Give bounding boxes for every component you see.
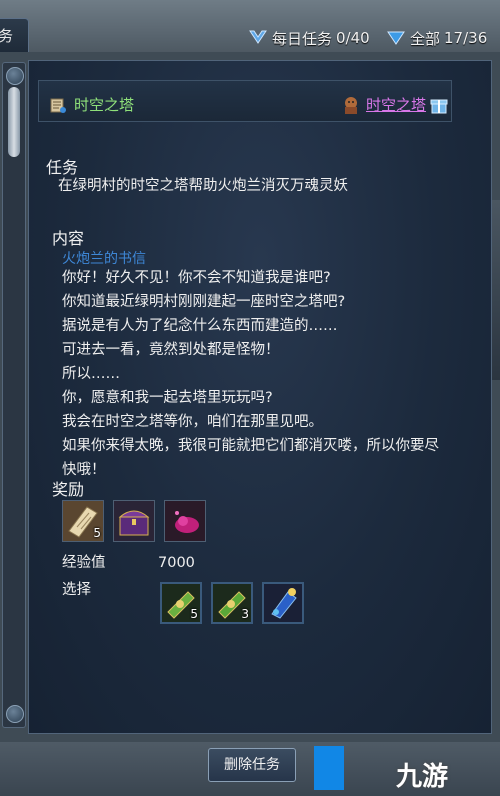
reward-slot[interactable]: 5 (62, 500, 104, 542)
chevron-down-icon (249, 30, 267, 44)
choice-slot[interactable] (262, 582, 304, 624)
total-quest-counter[interactable]: 全部 17/36 (386, 26, 487, 50)
chevron-down-icon (387, 31, 405, 45)
letter-line: 据说是有人为了纪念什么东西而建造的…… (62, 318, 338, 334)
quest-giver[interactable]: 时空之塔 (340, 94, 448, 115)
reward-slot[interactable] (113, 500, 155, 542)
scroll-thumb[interactable] (8, 87, 20, 157)
letter-line: 如果你来得太晚，我很可能就把它们都消灭喽，所以你要尽 (62, 438, 439, 454)
letter-line: 可进去一看，竟然到处都是怪物！ (62, 342, 280, 358)
daily-quest-label: 每日任务 (272, 29, 333, 48)
blue-charm-icon (264, 584, 302, 622)
scroll-down-button[interactable] (6, 705, 24, 723)
blue-logo-tile (314, 746, 344, 790)
letter-line: 你知道最近绿明村刚刚建起一座时空之塔吧? (62, 294, 346, 310)
task-description: 在绿明村的时空之塔帮助火炮兰消灭万魂灵妖 (58, 178, 348, 194)
content-heading: 内容 (52, 229, 85, 248)
delete-quest-button[interactable]: 删除任务 (208, 748, 296, 782)
daily-quest-count: 0/40 (336, 29, 370, 47)
watermark-logo: 九游 (396, 762, 449, 792)
reward-slot[interactable] (164, 500, 206, 542)
exp-label: 经验值 (62, 555, 106, 571)
letter-line: 你好！好久不见！你不会不知道我是谁吧? (62, 270, 331, 286)
treasure-chest-icon (114, 501, 154, 541)
item-count: 5 (93, 526, 101, 540)
gift-icon (430, 99, 448, 113)
exp-value: 7000 (158, 555, 195, 571)
choice-slot[interactable]: 5 (160, 582, 202, 624)
scroll-up-button[interactable] (6, 67, 24, 85)
item-count: 5 (190, 607, 198, 621)
quest-scroll-icon (50, 98, 66, 113)
total-quest-label: 全部 (410, 29, 441, 48)
letter-title: 火炮兰的书信 (62, 251, 146, 267)
pink-gem-icon (165, 501, 205, 541)
choice-slot[interactable]: 3 (211, 582, 253, 624)
total-quest-count: 17/36 (444, 29, 488, 47)
letter-line: 我会在时空之塔等你，咱们在那里见吧。 (62, 414, 323, 430)
choice-label: 选择 (62, 582, 91, 598)
quest-giver-name[interactable]: 时空之塔 (366, 94, 426, 115)
letter-line: 你，愿意和我一起去塔里玩玩吗? (62, 390, 273, 406)
daily-quest-counter[interactable]: 每日任务 0/40 (248, 26, 370, 50)
tab-quest-partial[interactable]: 务 (0, 18, 29, 54)
quest-title-text: 时空之塔 (74, 96, 135, 114)
reward-heading: 奖励 (52, 480, 85, 499)
item-count: 3 (241, 607, 249, 621)
quest-title: 时空之塔 (48, 94, 134, 115)
scrollbar[interactable] (2, 62, 26, 728)
npc-portrait-icon (345, 96, 357, 114)
letter-line: 所以…… (62, 366, 120, 382)
